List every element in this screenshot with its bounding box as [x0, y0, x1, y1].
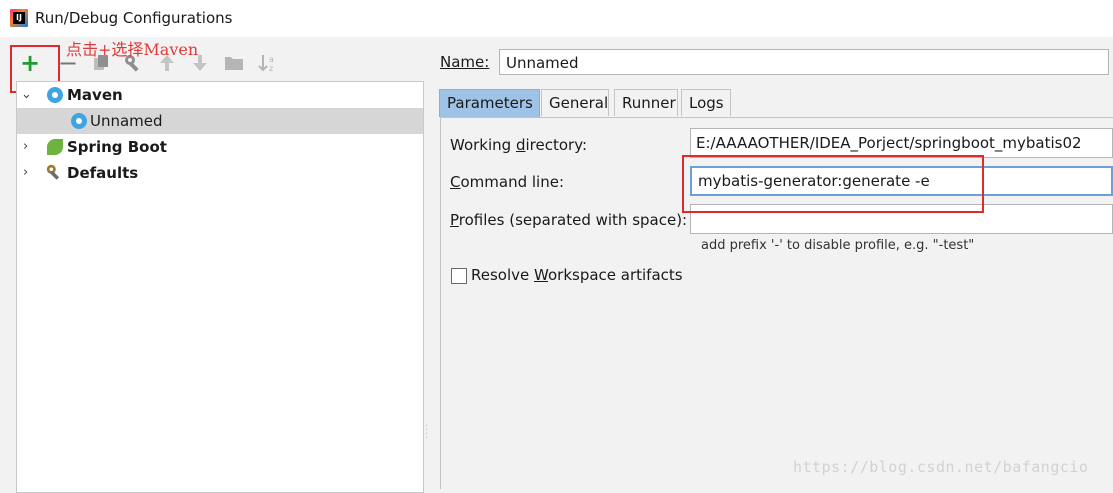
collapse-arrow-icon[interactable]: ⌄ [21, 82, 32, 108]
maven-gear-icon [71, 113, 87, 129]
annotation-text: 点击+选择Maven [66, 40, 199, 59]
working-directory-label: Working directory: [450, 136, 588, 154]
profiles-label: Profiles (separated with space): [450, 211, 688, 229]
create-folder-button[interactable] [222, 50, 246, 76]
name-field[interactable]: Unnamed [499, 49, 1109, 75]
profiles-hint: add prefix '-' to disable profile, e.g. … [701, 238, 975, 253]
tree-item-label: Spring Boot [67, 138, 167, 156]
tree-item-label: Unnamed [90, 112, 163, 130]
expand-arrow-icon[interactable]: › [23, 134, 28, 160]
working-directory-field[interactable]: E:/AAAAOTHER/IDEA_Porject/springboot_myb… [690, 128, 1113, 158]
tree-item-defaults[interactable]: › Defaults [17, 160, 423, 186]
configuration-tree[interactable]: ⌄ Maven Unnamed › Spring Boot › Defaults [16, 81, 424, 493]
tree-item-unnamed[interactable]: Unnamed [17, 108, 423, 134]
svg-text:a: a [269, 55, 274, 64]
resolve-workspace-label[interactable]: Resolve Workspace artifacts [471, 266, 683, 284]
spring-leaf-icon [47, 139, 63, 155]
tree-item-label: Defaults [67, 164, 139, 182]
tab-general[interactable]: General [541, 89, 609, 116]
intellij-app-icon [10, 9, 28, 27]
svg-text:z: z [269, 64, 273, 73]
command-line-label: Command line: [450, 173, 564, 191]
tab-parameters[interactable]: Parameters [439, 89, 540, 117]
folder-icon [225, 57, 243, 70]
sort-az-icon: az [258, 55, 274, 73]
tree-item-spring-boot[interactable]: › Spring Boot [17, 134, 423, 160]
wrench-icon [46, 164, 60, 180]
tab-logs[interactable]: Logs [681, 89, 731, 116]
expand-arrow-icon[interactable]: › [23, 160, 28, 186]
command-line-highlight [682, 155, 984, 213]
tree-item-maven[interactable]: ⌄ Maven [17, 82, 423, 108]
panel-splitter[interactable]: · · · · [425, 422, 428, 444]
window-title: Run/Debug Configurations [35, 9, 233, 27]
tab-runner[interactable]: Runner [614, 89, 678, 116]
watermark: https://blog.csdn.net/bafangcio [793, 458, 1089, 476]
resolve-workspace-checkbox[interactable] [451, 268, 467, 284]
name-label: Name: [440, 53, 490, 71]
title-bar: Run/Debug Configurations [0, 0, 1113, 37]
maven-gear-icon [47, 87, 63, 103]
tree-item-label: Maven [67, 86, 123, 104]
sort-button[interactable]: az [256, 50, 280, 76]
